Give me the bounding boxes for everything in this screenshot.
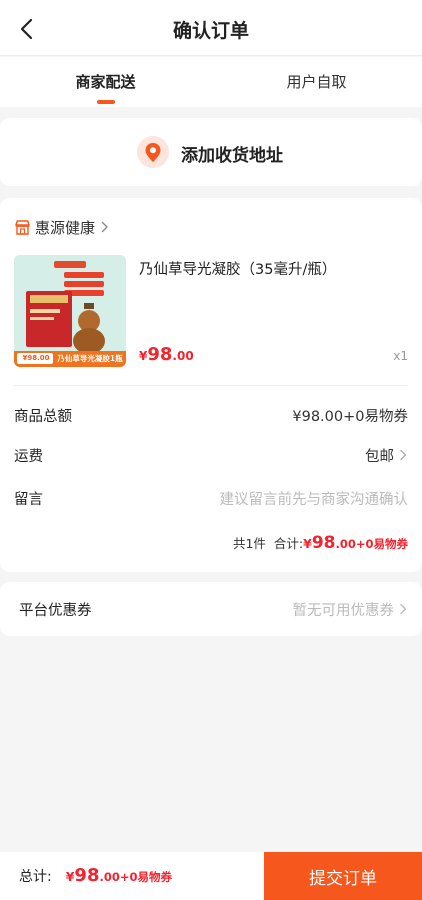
footer-total-label: 总计:	[19, 869, 52, 885]
add-address-card[interactable]: 添加收货地址	[0, 118, 422, 186]
shipping-label: 运费	[14, 448, 43, 465]
goods-total-row: 商品总额 ¥98.00+0易物券	[14, 404, 408, 426]
chevron-right-icon	[400, 449, 407, 461]
shipping-value: 包邮	[365, 448, 394, 465]
message-input[interactable]: 建议留言前先与商家沟通确认	[220, 488, 409, 509]
order-card: 惠源健康 ¥98.00 乃仙草导光凝胶1瓶 乃仙草导光凝胶（35毫升/瓶） ¥9…	[0, 198, 422, 572]
divider	[14, 385, 408, 386]
shop-link[interactable]: 惠源健康	[14, 216, 109, 238]
message-row: 留言 建议留言前先与商家沟通确认	[14, 487, 408, 509]
page-title: 确认订单	[172, 20, 249, 42]
product-quantity: x1	[393, 349, 408, 363]
product-name[interactable]: 乃仙草导光凝胶（35毫升/瓶）	[139, 258, 336, 279]
location-pin-icon	[137, 136, 169, 168]
shop-name: 惠源健康	[35, 218, 96, 237]
delivery-tabs: 商家配送 用户自取	[0, 57, 422, 107]
message-label: 留言	[14, 491, 43, 508]
order-summary: 共1件 合计: ¥98.00+0易物券	[233, 533, 408, 553]
footer-total: 总计: ¥98.00+0易物券	[19, 865, 172, 886]
tab-self-pickup[interactable]: 用户自取	[211, 71, 422, 92]
add-address-label: 添加收货地址	[181, 146, 283, 166]
summary-total-label: 合计:	[273, 536, 304, 551]
coupon-row: 平台优惠券 暂无可用优惠券	[19, 598, 408, 620]
product-price: ¥98.00	[139, 344, 194, 365]
shop-icon	[15, 219, 30, 235]
item-count: 共1件	[232, 536, 266, 551]
active-tab-indicator	[97, 100, 115, 104]
chevron-right-icon	[101, 221, 108, 233]
goods-total-label: 商品总额	[14, 408, 72, 425]
header-bar: 确认订单	[0, 0, 422, 56]
product-image-caption: 乃仙草导光凝胶1瓶	[57, 354, 123, 363]
shipping-row[interactable]: 运费 包邮	[14, 444, 408, 466]
coupon-label: 平台优惠券	[19, 602, 92, 619]
footer-total-price: ¥98.00+0易物券	[65, 865, 172, 886]
coupon-value: 暂无可用优惠券	[292, 602, 395, 619]
tab-merchant-delivery[interactable]: 商家配送	[0, 71, 211, 92]
footer-bar: 总计: ¥98.00+0易物券 提交订单	[0, 852, 422, 900]
product-image[interactable]: ¥98.00 乃仙草导光凝胶1瓶	[14, 255, 126, 367]
summary-total-price: ¥98.00+0易物券	[303, 533, 408, 553]
platform-coupon-card[interactable]: 平台优惠券 暂无可用优惠券	[0, 582, 422, 636]
product-image-tag: ¥98.00	[22, 354, 50, 362]
chevron-right-icon	[400, 603, 407, 615]
submit-order-button[interactable]: 提交订单	[264, 852, 422, 900]
goods-total-value: ¥98.00+0易物券	[292, 408, 408, 425]
